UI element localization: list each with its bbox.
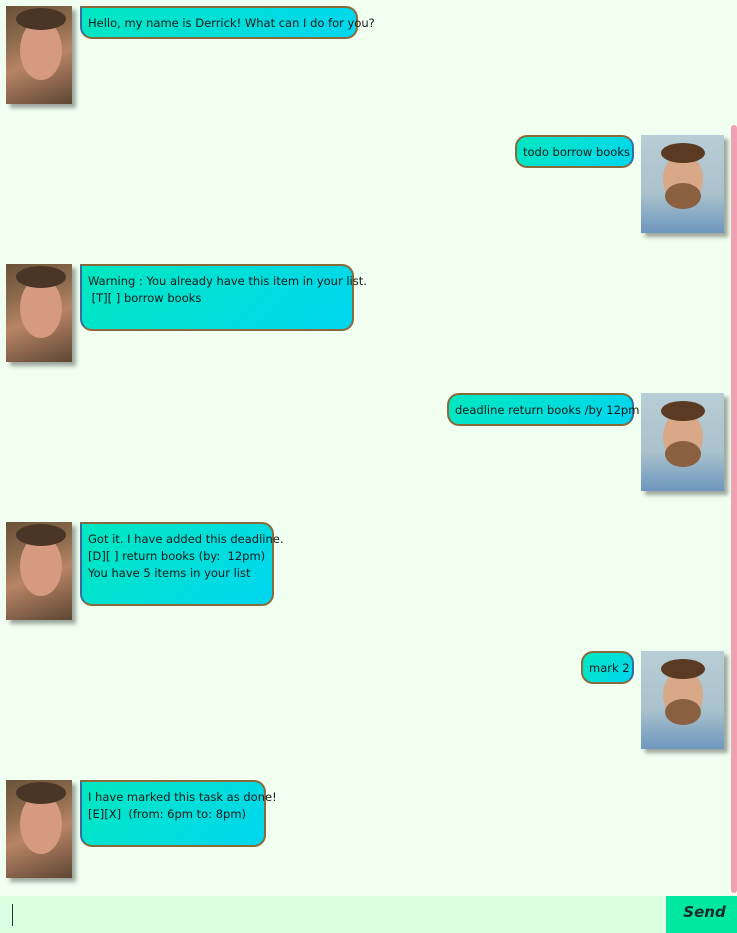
user-message-row: deadline return books /by 12pm [0,393,737,493]
bot-message-row: Hello, my name is Derrick! What can I do… [0,6,737,106]
message-input[interactable] [0,896,665,933]
bot-avatar [6,780,72,878]
bot-message-row: Warning : You already have this item in … [0,264,737,364]
text-caret [12,904,13,926]
user-message-row: todo borrow books [0,135,737,235]
bot-message-bubble: Warning : You already have this item in … [80,264,367,331]
user-avatar [641,393,724,491]
bot-avatar [6,264,72,362]
user-message-row: mark 2 [0,651,737,751]
send-button[interactable]: Send [666,896,737,933]
bot-message-bubble: Got it. I have added this deadline. [D][… [80,522,284,606]
bot-message-row: I have marked this task as done! [E][X] … [0,780,737,880]
user-message-bubble: mark 2 [581,651,634,684]
scrollbar[interactable] [731,125,737,893]
bot-message-bubble: I have marked this task as done! [E][X] … [80,780,277,847]
bot-message-row: Got it. I have added this deadline. [D][… [0,522,737,622]
bot-avatar [6,522,72,620]
user-avatar [641,135,724,233]
user-avatar [641,651,724,749]
chat-area[interactable]: Hello, my name is Derrick! What can I do… [0,0,737,895]
user-message-bubble: todo borrow books [515,135,634,168]
bot-avatar [6,6,72,104]
user-message-bubble: deadline return books /by 12pm [447,393,639,426]
bot-message-bubble: Hello, my name is Derrick! What can I do… [80,6,375,39]
